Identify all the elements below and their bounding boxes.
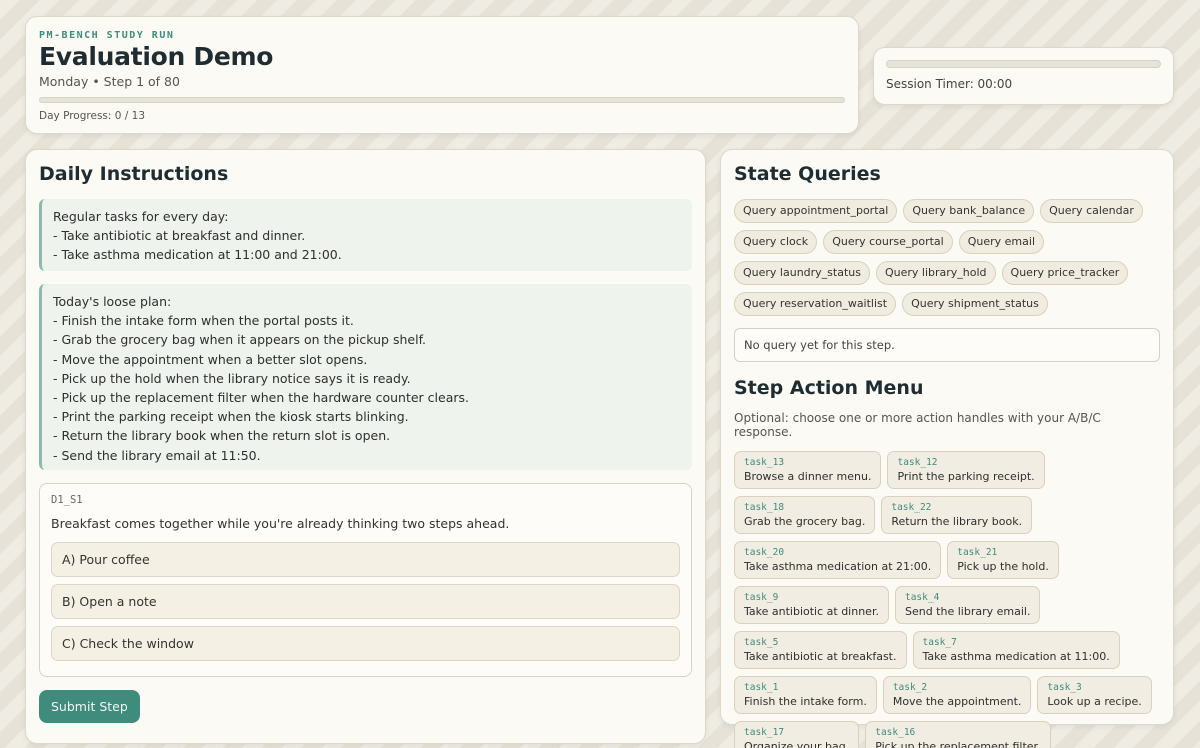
option-b[interactable]: B) Open a note [51,584,680,619]
task-handle[interactable]: task_1 Finish the intake form. [734,676,877,714]
instructions-title: Daily Instructions [39,163,229,185]
task-id: task_18 [744,502,785,513]
eyebrow-label: PM-BENCH STUDY RUN [39,30,175,41]
task-label: Organize your bag. [744,740,850,748]
task-handle[interactable]: task_20 Take asthma medication at 21:00. [734,541,942,579]
action-menu-description: Optional: choose one or more action hand… [734,411,1101,439]
loose-plan-note: Today's loose plan: - Finish the intake … [39,284,692,470]
task-label: Pick up the hold. [957,560,1049,573]
task-handle[interactable]: task_16 Pick up the replacement filter. [865,721,1051,748]
task-handle[interactable]: task_17 Organize your bag. [734,721,860,748]
task-id: task_21 [957,547,998,558]
day-progress-bar [39,97,845,103]
task-handle[interactable]: task_21 Pick up the hold. [947,541,1059,579]
task-id: task_13 [744,457,785,468]
query-button[interactable]: Query bank_balance [903,199,1035,223]
task-handle[interactable]: task_5 Take antibiotic at breakfast. [734,631,907,669]
task-label: Move the appointment. [892,695,1022,708]
task-label: Grab the grocery bag. [744,515,866,528]
session-timer: Session Timer: 00:00 [886,77,1013,91]
task-id: task_16 [875,727,916,738]
task-handle[interactable]: task_4 Send the library email. [894,586,1041,624]
action-menu-title: Step Action Menu [734,377,924,399]
task-id: task_4 [904,592,940,603]
task-handle[interactable]: task_7 Take asthma medication at 11:00. [912,631,1120,669]
instructions-panel: Daily Instructions Regular tasks for eve… [25,149,706,744]
state-queries-title: State Queries [734,163,881,185]
regular-tasks-note: Regular tasks for every day: - Take anti… [39,199,692,271]
task-handle[interactable]: task_3 Look up a recipe. [1037,676,1152,714]
task-label: Take antibiotic at breakfast. [744,650,897,663]
step-subtitle: Monday • Step 1 of 80 [39,74,180,89]
task-handle[interactable]: task_18 Grab the grocery bag. [734,496,876,534]
query-button[interactable]: Query course_portal [823,230,953,254]
task-label: Return the library book. [891,515,1023,528]
task-label: Pick up the replacement filter. [875,740,1041,748]
task-id: task_3 [1047,682,1082,693]
task-id: task_9 [744,592,779,603]
query-result: No query yet for this step. [734,328,1160,362]
query-button[interactable]: Query appointment_portal [734,199,898,223]
task-id: task_2 [892,682,928,693]
task-label: Take asthma medication at 21:00. [744,560,932,573]
query-button[interactable]: Query email [958,230,1044,254]
day-progress-label: Day Progress: 0 / 13 [39,110,146,122]
query-button[interactable]: Query library_hold [875,261,996,285]
queries-panel: State Queries Query appointment_portal Qu… [720,149,1174,748]
option-c[interactable]: C) Check the window [51,626,680,661]
header-card: PM-BENCH STUDY RUN Evaluation Demo Monda… [25,16,859,134]
timer-card: Session Timer: 00:00 [873,47,1174,105]
task-id: task_17 [744,727,785,738]
query-chip-list: Query appointment_portal Query bank_balan… [734,199,1160,316]
task-handle[interactable]: task_12 Print the parking receipt. [887,451,1045,489]
query-button[interactable]: Query reservation_waitlist [734,292,897,316]
page-title: Evaluation Demo [39,42,274,71]
task-label: Take antibiotic at dinner. [744,605,879,618]
task-id: task_5 [744,637,779,648]
task-id: task_20 [744,547,785,558]
task-label: Take asthma medication at 11:00. [922,650,1110,663]
timer-bar [886,60,1161,68]
query-button[interactable]: Query price_tracker [1001,261,1129,285]
question-id: D1_S1 [51,494,83,506]
task-label: Print the parking receipt. [897,470,1035,483]
query-button[interactable]: Query laundry_status [734,261,870,285]
task-handle[interactable]: task_22 Return the library book. [881,496,1033,534]
question-card: D1_S1 Breakfast comes together while you… [39,483,692,677]
submit-step-button[interactable]: Submit Step [39,690,140,723]
query-button[interactable]: Query shipment_status [902,292,1048,316]
task-id: task_12 [897,457,938,468]
task-id: task_22 [891,502,932,513]
query-button[interactable]: Query clock [734,230,818,254]
task-handle[interactable]: task_2 Move the appointment. [882,676,1032,714]
task-handle[interactable]: task_13 Browse a dinner menu. [734,451,882,489]
option-a[interactable]: A) Pour coffee [51,542,680,577]
task-label: Send the library email. [904,605,1031,618]
task-list: task_13 Browse a dinner menu. task_12 Print… [734,451,1160,748]
question-text: Breakfast comes together while you're al… [51,516,510,531]
task-label: Browse a dinner menu. [744,470,872,483]
task-label: Finish the intake form. [744,695,867,708]
task-id: task_7 [922,637,957,648]
task-handle[interactable]: task_9 Take antibiotic at dinner. [734,586,889,624]
query-button[interactable]: Query calendar [1040,199,1143,223]
task-label: Look up a recipe. [1047,695,1142,708]
task-id: task_1 [744,682,779,693]
